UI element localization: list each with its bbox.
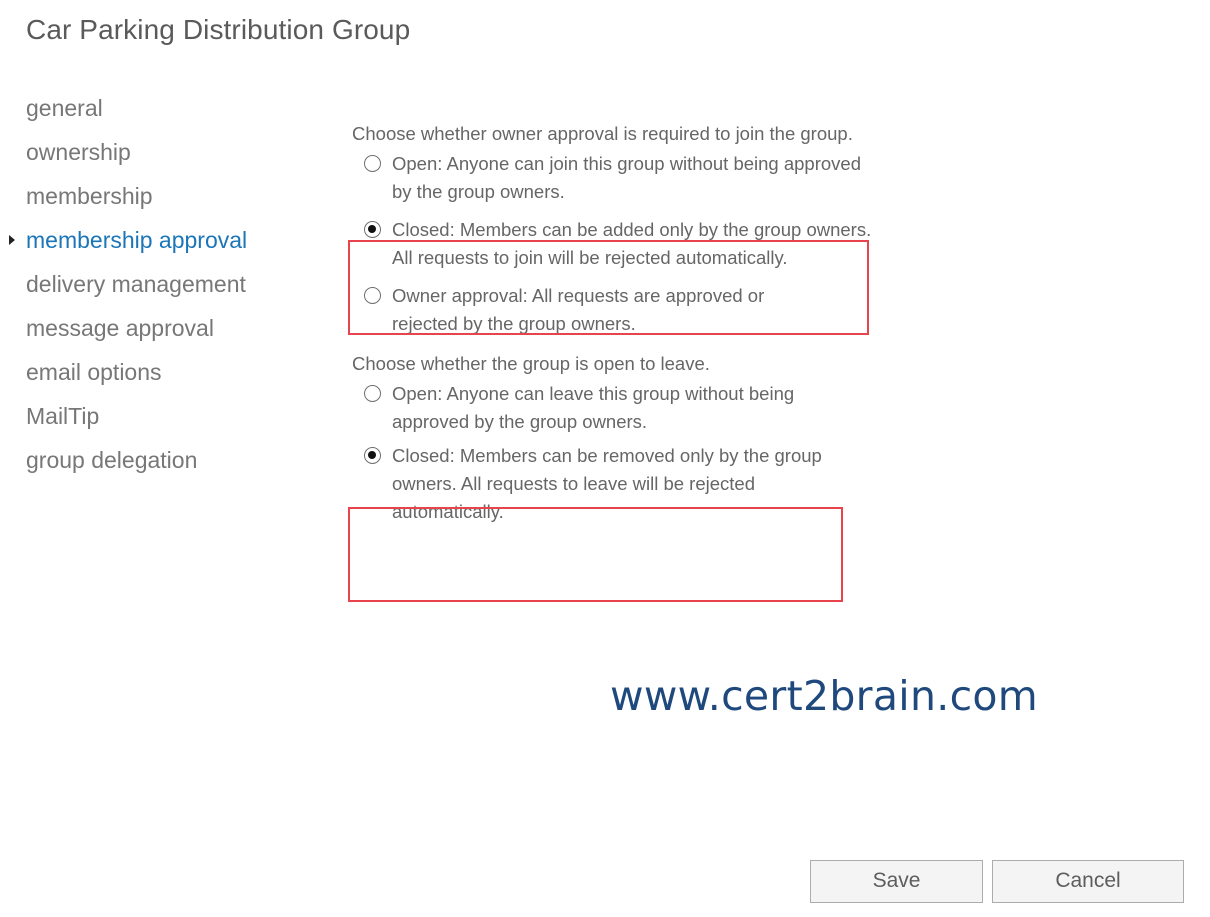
leave-prompt: Choose whether the group is open to leav…	[352, 353, 710, 374]
radio-label: Open: Anyone can join this group without…	[392, 153, 861, 202]
radio-checked-icon[interactable]	[364, 447, 381, 464]
sidebar-item-label: delivery management	[26, 271, 246, 297]
join-closed-radio[interactable]: Closed: Members can be added only by the…	[352, 216, 872, 272]
radio-unchecked-icon[interactable]	[364, 155, 381, 172]
watermark-text: www.cert2brain.com	[610, 672, 1039, 720]
sidebar-item-message-approval[interactable]: message approval	[0, 312, 300, 356]
sidebar-item-email-options[interactable]: email options	[0, 356, 300, 400]
sidebar-item-label: ownership	[26, 139, 131, 165]
radio-label: Closed: Members can be added only by the…	[392, 219, 872, 268]
sidebar-item-label: membership	[26, 183, 153, 209]
radio-unchecked-icon[interactable]	[364, 385, 381, 402]
radio-unchecked-icon[interactable]	[364, 287, 381, 304]
radio-label: Owner approval: All requests are approve…	[392, 285, 765, 334]
save-button[interactable]: Save	[810, 860, 983, 903]
page-title: Car Parking Distribution Group	[26, 14, 411, 45]
sidebar-item-membership[interactable]: membership	[0, 180, 300, 224]
radio-label: Closed: Members can be removed only by t…	[392, 445, 822, 522]
sidebar-item-label: group delegation	[26, 447, 198, 473]
sidebar-item-membership-approval[interactable]: membership approval	[0, 224, 300, 268]
radio-label: Open: Anyone can leave this group withou…	[392, 383, 795, 432]
leave-open-radio[interactable]: Open: Anyone can leave this group withou…	[352, 380, 872, 436]
sidebar-item-label: membership approval	[26, 227, 248, 253]
sidebar-item-label: general	[26, 95, 103, 121]
join-open-radio[interactable]: Open: Anyone can join this group without…	[352, 150, 862, 206]
sidebar-item-ownership[interactable]: ownership	[0, 136, 300, 180]
sidebar-item-label: MailTip	[26, 403, 100, 429]
membership-approval-panel: Choose whether owner approval is require…	[352, 120, 892, 528]
leave-closed-radio[interactable]: Closed: Members can be removed only by t…	[352, 442, 832, 526]
caret-right-icon	[9, 235, 15, 245]
sidebar-item-label: message approval	[26, 315, 214, 341]
sidebar-item-group-delegation[interactable]: group delegation	[0, 444, 300, 488]
cancel-button[interactable]: Cancel	[992, 860, 1184, 903]
sidebar-item-label: email options	[26, 359, 162, 385]
sidebar-item-mailtip[interactable]: MailTip	[0, 400, 300, 444]
join-approval-prompt: Choose whether owner approval is require…	[352, 123, 853, 144]
sidebar-item-general[interactable]: general	[0, 92, 300, 136]
sidebar-item-delivery-management[interactable]: delivery management	[0, 268, 300, 312]
sidebar-nav: general ownership membership membership …	[0, 92, 300, 488]
join-owner-approval-radio[interactable]: Owner approval: All requests are approve…	[352, 282, 832, 338]
radio-checked-icon[interactable]	[364, 221, 381, 238]
